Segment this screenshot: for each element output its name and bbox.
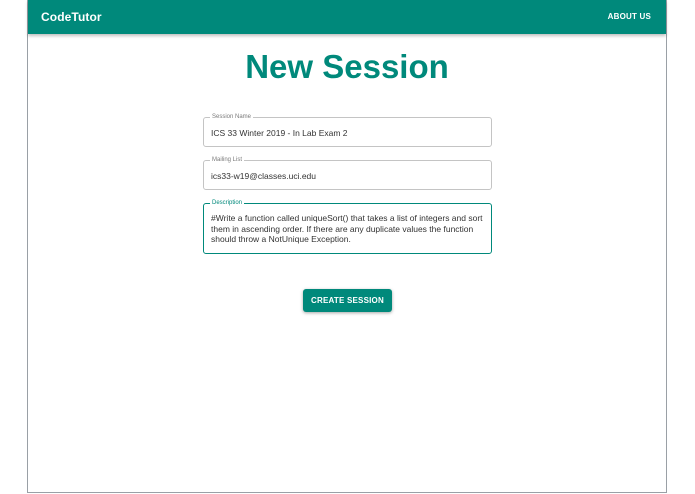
- session-name-field[interactable]: Session Name ICS 33 Winter 2019 - In Lab…: [203, 113, 492, 147]
- description-label: Description: [210, 199, 245, 208]
- mailing-list-label: Mailing List: [210, 156, 245, 165]
- description-field[interactable]: Description #Write a function called uni…: [203, 199, 492, 254]
- mailing-list-input[interactable]: ics33-w19@classes.uci.edu: [211, 171, 316, 181]
- app-window: CodeTutor ABOUT US New Session Session N…: [27, 0, 667, 493]
- about-us-link[interactable]: ABOUT US: [608, 12, 651, 21]
- brand-logo[interactable]: CodeTutor: [41, 10, 102, 24]
- create-session-button[interactable]: CREATE SESSION: [303, 289, 392, 312]
- page-title: New Session: [245, 48, 449, 85]
- description-textarea[interactable]: #Write a function called uniqueSort() th…: [211, 213, 484, 245]
- mailing-list-field[interactable]: Mailing List ics33-w19@classes.uci.edu: [203, 156, 492, 190]
- app-bar: CodeTutor ABOUT US: [28, 0, 666, 34]
- session-name-input[interactable]: ICS 33 Winter 2019 - In Lab Exam 2: [211, 128, 348, 138]
- session-name-label: Session Name: [210, 113, 254, 122]
